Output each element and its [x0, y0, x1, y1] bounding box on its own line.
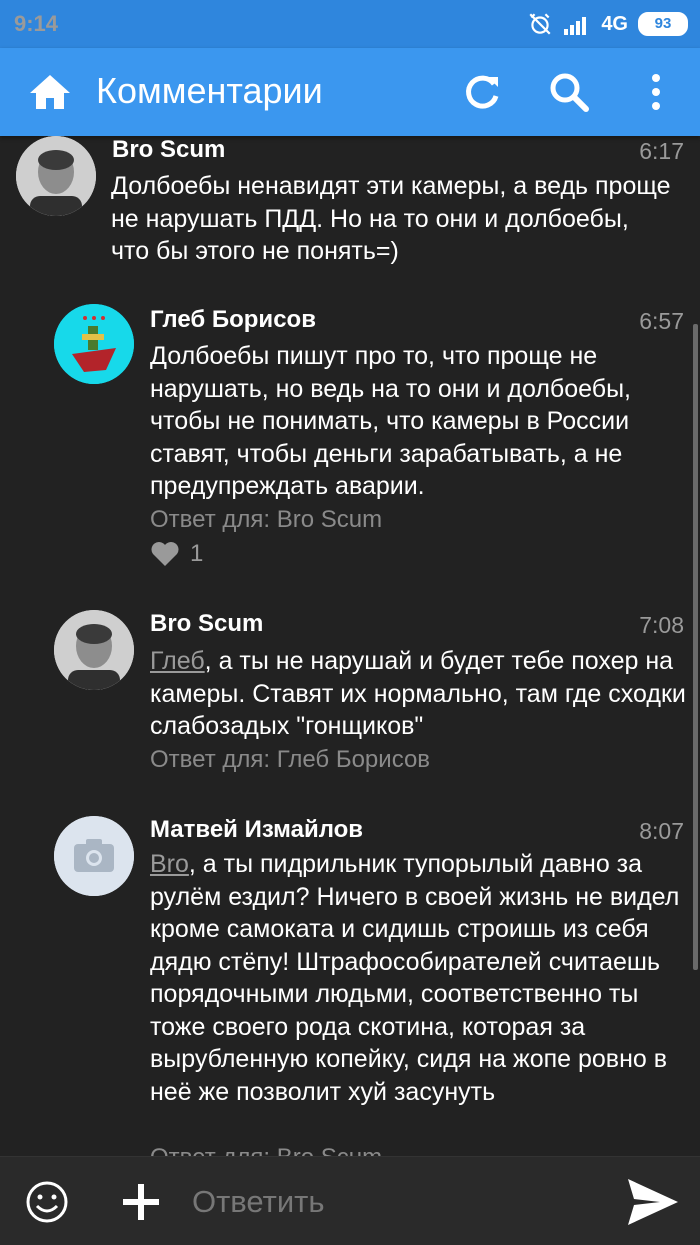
comment-text: Глеб, а ты не нарушай и будет тебе похер…: [150, 645, 686, 743]
reply-to-label[interactable]: Ответ для: Bro Scum: [150, 1144, 382, 1156]
more-vert-icon[interactable]: [632, 68, 680, 116]
avatar[interactable]: [54, 610, 134, 690]
comment-time: 8:07: [639, 818, 684, 844]
page-title: Комментарии: [96, 70, 323, 111]
comment-author[interactable]: Bro Scum: [150, 610, 263, 638]
send-icon[interactable]: [626, 1177, 680, 1227]
home-icon[interactable]: [26, 68, 74, 116]
comment-author[interactable]: Матвей Измайлов: [150, 816, 363, 844]
mention-link[interactable]: Bro: [150, 850, 189, 878]
user-photo: [16, 136, 96, 216]
comment-time: 6:57: [639, 308, 684, 334]
comment-time: 6:17: [639, 138, 684, 164]
add-icon[interactable]: [120, 1181, 162, 1223]
like-count: 1: [190, 540, 204, 567]
emoji-icon[interactable]: [24, 1179, 70, 1225]
alarm-off-icon: [529, 13, 551, 35]
signal-icon: [564, 17, 587, 35]
avatar[interactable]: [54, 816, 134, 896]
avatar[interactable]: [54, 304, 134, 384]
battery-indicator: 93: [638, 12, 688, 36]
user-photo: [54, 610, 134, 690]
camera-icon: [54, 816, 134, 896]
app-bar: Комментарии: [0, 48, 700, 136]
search-icon[interactable]: [545, 68, 593, 116]
comment-text: Долбоебы ненавидят эти камеры, а ведь пр…: [111, 172, 671, 265]
comment-text-body: , а ты пидрильник тупорылый давно за рул…: [150, 850, 680, 1106]
reply-input-bar: Ответить: [0, 1156, 700, 1245]
comments-list[interactable]: Bro Scum 6:17 Долбоебы ненавидят эти кам…: [0, 136, 700, 1156]
comment-text-body: , а ты не нарушай и будет тебе похер на …: [150, 647, 686, 740]
network-type: 4G: [601, 12, 628, 35]
mention-link[interactable]: Глеб: [150, 647, 205, 675]
comment-text: Bro, а ты пидрильник тупорылый давно за …: [150, 848, 686, 1108]
like-button[interactable]: 1: [150, 540, 203, 568]
comment-author[interactable]: Глеб Борисов: [150, 306, 316, 334]
scrollbar[interactable]: [693, 324, 698, 970]
status-bar: 9:14 4G 93: [0, 0, 700, 48]
user-photo: [54, 304, 134, 384]
heart-icon: [151, 542, 179, 566]
reply-to-label[interactable]: Ответ для: Глеб Борисов: [150, 746, 430, 774]
comment-time: 7:08: [639, 612, 684, 638]
reply-input[interactable]: Ответить: [192, 1184, 325, 1220]
comment-author[interactable]: Bro Scum: [112, 136, 225, 164]
comment-text: Долбоебы пишут про то, что проще не нару…: [150, 342, 631, 500]
reply-to-label[interactable]: Ответ для: Bro Scum: [150, 506, 382, 534]
refresh-icon[interactable]: [458, 68, 506, 116]
avatar[interactable]: [16, 136, 96, 216]
